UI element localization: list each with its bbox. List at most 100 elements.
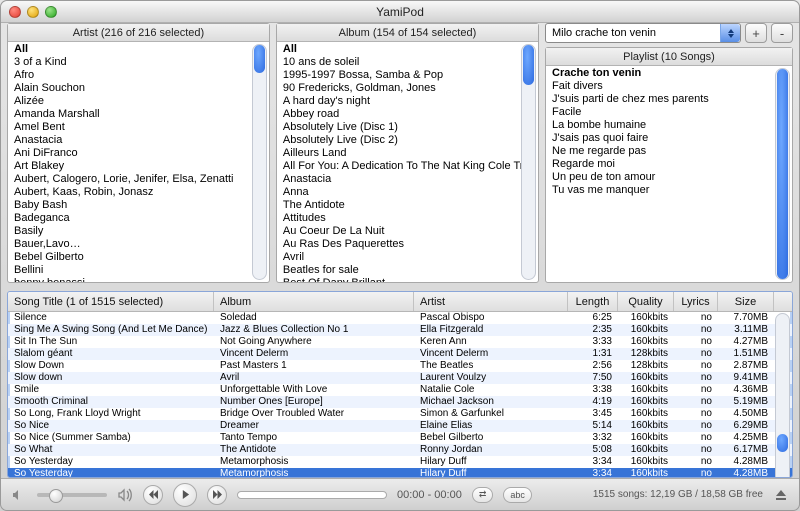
songs-scrollbar[interactable] xyxy=(775,313,790,478)
artist-scrollbar[interactable] xyxy=(252,44,267,280)
list-item[interactable]: Absolutely Live (Disc 2) xyxy=(277,133,538,146)
list-item[interactable]: Attitudes xyxy=(277,211,538,224)
playlist-select[interactable]: Milo crache ton venin xyxy=(545,23,741,43)
table-cell: 4.28MB xyxy=(718,456,774,468)
list-item[interactable]: Alain Souchon xyxy=(8,81,269,94)
list-item[interactable]: The Antidote xyxy=(277,198,538,211)
remove-playlist-button[interactable]: - xyxy=(771,23,793,43)
list-item[interactable]: Ailleurs Land xyxy=(277,146,538,159)
playlist-scrollbar[interactable] xyxy=(775,68,790,280)
col-quality[interactable]: Quality xyxy=(618,292,674,311)
table-row[interactable]: So NiceDreamerElaine Elias5:14160kbitsno… xyxy=(8,420,792,432)
list-item[interactable]: Au Coeur De La Nuit xyxy=(277,224,538,237)
artist-list[interactable]: All3 of a KindAfroAlain SouchonAlizéeAma… xyxy=(8,42,269,282)
col-lyrics[interactable]: Lyrics xyxy=(674,292,718,311)
list-item[interactable]: Ne me regarde pas xyxy=(546,144,792,157)
play-button[interactable] xyxy=(173,483,197,507)
list-item[interactable]: La bombe humaine xyxy=(546,118,792,131)
playlist-panel-header[interactable]: Playlist (10 Songs) xyxy=(546,48,792,66)
list-item[interactable]: Amanda Marshall xyxy=(8,107,269,120)
list-item[interactable]: Crache ton venin xyxy=(546,66,792,79)
list-item[interactable]: Regarde moi xyxy=(546,157,792,170)
table-cell: no xyxy=(674,432,718,444)
lyrics-button[interactable]: abc xyxy=(503,487,532,503)
album-list[interactable]: All10 ans de soleil1995-1997 Bossa, Samb… xyxy=(277,42,538,282)
list-item[interactable]: Tu vas me manquer xyxy=(546,183,792,196)
list-item[interactable]: Bauer,Lavo… xyxy=(8,237,269,250)
volume-slider[interactable] xyxy=(37,493,107,497)
list-item[interactable]: Bellini xyxy=(8,263,269,276)
table-row[interactable]: So YesterdayMetamorphosisHilary Duff3:34… xyxy=(8,456,792,468)
next-track-button[interactable] xyxy=(207,485,227,505)
list-item[interactable]: A hard day's night xyxy=(277,94,538,107)
add-playlist-button[interactable]: + xyxy=(745,23,767,43)
list-item[interactable]: benny benassi xyxy=(8,276,269,282)
list-item[interactable]: Aubert, Calogero, Lorie, Jenifer, Elsa, … xyxy=(8,172,269,185)
table-cell: 1.51MB xyxy=(718,348,774,360)
table-row[interactable]: Smooth CriminalNumber Ones [Europe]Micha… xyxy=(8,396,792,408)
list-item[interactable]: Best Of Dany Brillant xyxy=(277,276,538,282)
list-item[interactable]: Facile xyxy=(546,105,792,118)
list-item[interactable]: Amel Bent xyxy=(8,120,269,133)
col-size[interactable]: Size xyxy=(718,292,774,311)
table-row[interactable]: SilenceSoledadPascal Obispo6:25160kbitsn… xyxy=(8,312,792,324)
table-row[interactable]: So Long, Frank Lloyd WrightBridge Over T… xyxy=(8,408,792,420)
playlist-list[interactable]: Crache ton veninFait diversJ'suis parti … xyxy=(546,66,792,282)
col-length[interactable]: Length xyxy=(568,292,618,311)
list-item[interactable]: Anna xyxy=(277,185,538,198)
list-item[interactable]: Baby Bash xyxy=(8,198,269,211)
table-row[interactable]: So WhatThe AntidoteRonny Jordan5:08160kb… xyxy=(8,444,792,456)
list-item[interactable]: 10 ans de soleil xyxy=(277,55,538,68)
table-cell: no xyxy=(674,396,718,408)
table-row[interactable]: So YesterdayMetamorphosisHilary Duff3:34… xyxy=(8,468,792,478)
list-item[interactable]: Beatles for sale xyxy=(277,263,538,276)
table-cell: 160kbits xyxy=(618,384,674,396)
songs-table-body[interactable]: SilenceSoledadPascal Obispo6:25160kbitsn… xyxy=(8,312,792,478)
list-item[interactable]: Anastacia xyxy=(8,133,269,146)
table-row[interactable]: Slalom géantVincent DelermVincent Delerm… xyxy=(8,348,792,360)
eject-icon[interactable] xyxy=(773,487,789,503)
list-item[interactable]: Anastacia xyxy=(277,172,538,185)
list-item[interactable]: 1995-1997 Bossa, Samba & Pop xyxy=(277,68,538,81)
list-item[interactable]: Un peu de ton amour xyxy=(546,170,792,183)
list-item[interactable]: Abbey road xyxy=(277,107,538,120)
shuffle-button[interactable]: ⇄ xyxy=(472,487,494,503)
list-item[interactable]: 3 of a Kind xyxy=(8,55,269,68)
album-scrollbar[interactable] xyxy=(521,44,536,280)
table-cell: Past Masters 1 xyxy=(214,360,414,372)
col-album[interactable]: Album xyxy=(214,292,414,311)
list-item[interactable]: Afro xyxy=(8,68,269,81)
table-row[interactable]: Sing Me A Swing Song (And Let Me Dance)J… xyxy=(8,324,792,336)
col-artist[interactable]: Artist xyxy=(414,292,568,311)
table-row[interactable]: Sit In The SunNot Going AnywhereKeren An… xyxy=(8,336,792,348)
list-item[interactable]: Basily xyxy=(8,224,269,237)
table-cell: 1:31 xyxy=(568,348,618,360)
artist-panel-header[interactable]: Artist (216 of 216 selected) xyxy=(8,24,269,42)
list-item[interactable]: Badeganca xyxy=(8,211,269,224)
table-row[interactable]: Slow downAvrilLaurent Voulzy7:50160kbits… xyxy=(8,372,792,384)
table-cell: 4.27MB xyxy=(718,336,774,348)
table-row[interactable]: So Nice (Summer Samba)Tanto TempoBebel G… xyxy=(8,432,792,444)
list-item[interactable]: 90 Fredericks, Goldman, Jones xyxy=(277,81,538,94)
list-item[interactable]: Aubert, Kaas, Robin, Jonasz xyxy=(8,185,269,198)
list-item[interactable]: Fait divers xyxy=(546,79,792,92)
album-panel-header[interactable]: Album (154 of 154 selected) xyxy=(277,24,538,42)
list-item[interactable]: All xyxy=(277,42,538,55)
list-item[interactable]: Absolutely Live (Disc 1) xyxy=(277,120,538,133)
col-title[interactable]: Song Title (1 of 1515 selected) xyxy=(8,292,214,311)
list-item[interactable]: J'sais pas quoi faire xyxy=(546,131,792,144)
prev-track-button[interactable] xyxy=(143,485,163,505)
list-item[interactable]: J'suis parti de chez mes parents xyxy=(546,92,792,105)
list-item[interactable]: All xyxy=(8,42,269,55)
list-item[interactable]: All For You: A Dedication To The Nat Kin… xyxy=(277,159,538,172)
table-row[interactable]: SmileUnforgettable With LoveNatalie Cole… xyxy=(8,384,792,396)
list-item[interactable]: Ani DiFranco xyxy=(8,146,269,159)
progress-bar[interactable] xyxy=(237,491,387,499)
table-row[interactable]: Slow DownPast Masters 1The Beatles2:5612… xyxy=(8,360,792,372)
list-item[interactable]: Art Blakey xyxy=(8,159,269,172)
list-item[interactable]: Bebel Gilberto xyxy=(8,250,269,263)
list-item[interactable]: Au Ras Des Paquerettes xyxy=(277,237,538,250)
table-cell: 128kbits xyxy=(618,348,674,360)
list-item[interactable]: Avril xyxy=(277,250,538,263)
list-item[interactable]: Alizée xyxy=(8,94,269,107)
